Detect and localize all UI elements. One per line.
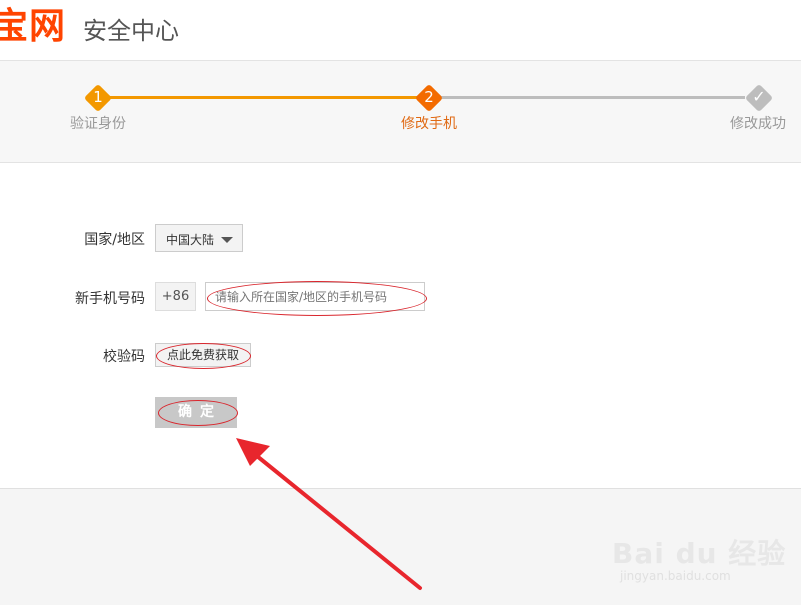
arrow-shaft: [250, 450, 422, 590]
annotation-arrow: [236, 438, 422, 590]
